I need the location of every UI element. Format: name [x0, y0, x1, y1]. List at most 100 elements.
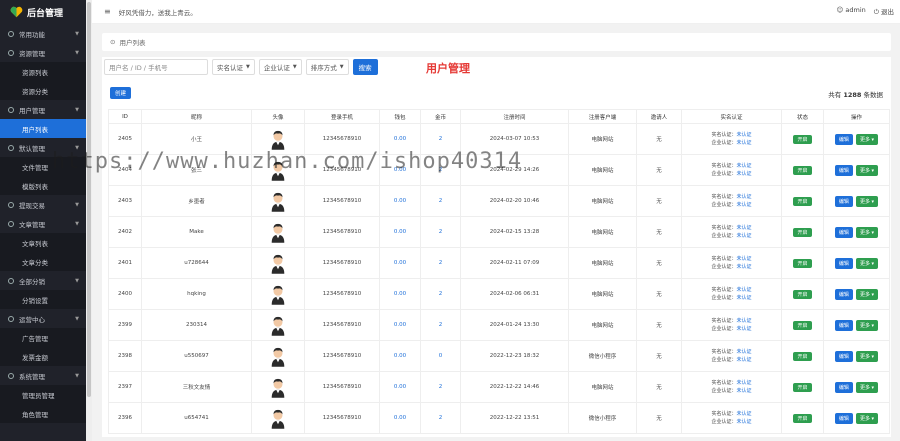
sidebar-item-19[interactable]: 管理员管理 — [0, 385, 86, 404]
cell-coins[interactable]: 2 — [420, 185, 461, 217]
table-row[interactable]: 2396 u654741 12345678910 0.00 2 2022-12-22 13… — [108, 402, 890, 434]
sidebar-item-4[interactable]: 用户管理 ▼ — [0, 100, 86, 119]
edit-button[interactable]: 编辑 — [834, 319, 853, 331]
table-row[interactable]: 2402 Make 12345678910 0.00 2 2024-02-15 13:28… — [108, 216, 890, 248]
sidebar-item-5[interactable]: 用户列表 — [0, 119, 86, 138]
cert-status-link[interactable]: 未认证 — [737, 264, 752, 270]
cert-status-link[interactable]: 未认证 — [737, 202, 752, 208]
sidebar-item-16[interactable]: 广告管理 — [0, 328, 86, 347]
more-button[interactable]: 更多 ▾ — [855, 350, 879, 362]
sidebar-item-1[interactable]: 资源管理 ▼ — [0, 43, 86, 62]
cell-wallet[interactable]: 0.00 — [379, 371, 421, 403]
cert-status-link[interactable]: 未认证 — [737, 349, 752, 355]
more-button[interactable]: 更多 ▾ — [855, 195, 879, 207]
more-button[interactable]: 更多 ▾ — [855, 288, 879, 300]
status-badge[interactable]: 开启 — [793, 382, 812, 392]
cell-wallet[interactable]: 0.00 — [379, 216, 421, 248]
cell-wallet[interactable]: 0.00 — [379, 185, 421, 217]
user-menu[interactable]: ☺ admin — [837, 6, 866, 17]
cert-status-link[interactable]: 未认证 — [737, 357, 752, 363]
edit-button[interactable]: 编辑 — [834, 195, 853, 207]
search-input[interactable]: 用户名 / ID / 手机号 — [104, 59, 208, 75]
cert-status-link[interactable]: 未认证 — [737, 233, 752, 239]
cell-coins[interactable]: 2 — [420, 402, 461, 434]
status-badge[interactable]: 开启 — [793, 413, 812, 423]
cert-status-link[interactable]: 未认证 — [737, 132, 752, 138]
cert-status-link[interactable]: 未认证 — [737, 419, 752, 425]
cell-coins[interactable]: 0 — [420, 340, 461, 372]
logout-link[interactable]: ⏻ 退出 — [874, 6, 894, 17]
sidebar-item-9[interactable]: 提现交易 ▼ — [0, 195, 86, 214]
scrollbar-thumb[interactable] — [87, 2, 91, 397]
cell-wallet[interactable]: 0.00 — [379, 340, 421, 372]
table-row[interactable]: 2403 乡墨者 12345678910 0.00 2 2024-02-20 10:46 电… — [108, 185, 890, 217]
edit-button[interactable]: 编辑 — [834, 133, 853, 145]
search-button[interactable]: 搜索 — [352, 59, 378, 75]
sidebar-item-10[interactable]: 文章管理 ▼ — [0, 214, 86, 233]
sidebar-item-3[interactable]: 资源分类 — [0, 81, 86, 100]
more-button[interactable]: 更多 ▾ — [855, 164, 879, 176]
status-badge[interactable]: 开启 — [793, 227, 812, 237]
menu-toggle-icon[interactable]: ≡ — [104, 7, 111, 16]
sidebar-item-0[interactable]: 常用功能 ▼ — [0, 24, 86, 43]
edit-button[interactable]: 编辑 — [834, 257, 853, 269]
edit-button[interactable]: 编辑 — [834, 412, 853, 424]
status-badge[interactable]: 开启 — [793, 196, 812, 206]
cell-wallet[interactable]: 0.00 — [379, 278, 421, 310]
edit-button[interactable]: 编辑 — [834, 350, 853, 362]
company-select[interactable]: 企业认证 ▼ — [258, 59, 302, 75]
status-badge[interactable]: 开启 — [793, 165, 812, 175]
cert-status-link[interactable]: 未认证 — [737, 380, 752, 386]
more-button[interactable]: 更多 ▾ — [855, 257, 879, 269]
cert-status-link[interactable]: 未认证 — [737, 388, 752, 394]
cert-status-link[interactable]: 未认证 — [737, 225, 752, 231]
sidebar-item-14[interactable]: 分销设置 — [0, 290, 86, 309]
edit-button[interactable]: 编辑 — [834, 226, 853, 238]
sidebar-item-11[interactable]: 文章列表 — [0, 233, 86, 252]
cell-wallet[interactable]: 0.00 — [379, 309, 421, 341]
cell-wallet[interactable]: 0.00 — [379, 402, 421, 434]
sidebar-item-15[interactable]: 运营中心 ▼ — [0, 309, 86, 328]
realname-select[interactable]: 实名认证 ▼ — [212, 59, 255, 75]
sidebar-item-13[interactable]: 全部分销 ▼ — [0, 271, 86, 290]
status-badge[interactable]: 开启 — [793, 320, 812, 330]
more-button[interactable]: 更多 ▾ — [855, 381, 879, 393]
table-row[interactable]: 2400 hqking 12345678910 0.00 2 2024-02-06 06:… — [108, 278, 890, 310]
edit-button[interactable]: 编辑 — [834, 381, 853, 393]
cell-coins[interactable]: 2 — [420, 278, 461, 310]
app-logo[interactable]: 后台管理 — [0, 0, 86, 24]
sort-select[interactable]: 排序方式 ▼ — [305, 59, 349, 75]
cell-coins[interactable]: 2 — [420, 371, 461, 403]
cert-status-link[interactable]: 未认证 — [737, 318, 752, 324]
table-row[interactable]: 2397 三秋文友情 12345678910 0.00 2 2022-12-22 14:4… — [108, 371, 890, 403]
sidebar-item-20[interactable]: 角色管理 — [0, 404, 86, 423]
status-badge[interactable]: 开启 — [793, 258, 812, 268]
sidebar-item-18[interactable]: 系统管理 ▼ — [0, 366, 86, 385]
more-button[interactable]: 更多 ▾ — [855, 133, 879, 145]
status-badge[interactable]: 开启 — [793, 351, 812, 361]
edit-button[interactable]: 编辑 — [834, 164, 853, 176]
sidebar-item-2[interactable]: 资源列表 — [0, 62, 86, 81]
cert-status-link[interactable]: 未认证 — [737, 287, 752, 293]
create-button[interactable]: 创建 — [110, 87, 132, 99]
cert-status-link[interactable]: 未认证 — [737, 256, 752, 262]
status-badge[interactable]: 开启 — [793, 134, 812, 144]
cert-status-link[interactable]: 未认证 — [737, 194, 752, 200]
status-badge[interactable]: 开启 — [793, 289, 812, 299]
sidebar-item-17[interactable]: 发票金额 — [0, 347, 86, 366]
cert-status-link[interactable]: 未认证 — [737, 295, 752, 301]
cert-status-link[interactable]: 未认证 — [737, 171, 752, 177]
more-button[interactable]: 更多 ▾ — [855, 319, 879, 331]
cert-status-link[interactable]: 未认证 — [737, 411, 752, 417]
table-row[interactable]: 2401 u728644 12345678910 0.00 2 2024-02-11 07… — [108, 247, 890, 279]
cert-status-link[interactable]: 未认证 — [737, 140, 752, 146]
more-button[interactable]: 更多 ▾ — [855, 226, 879, 238]
table-row[interactable]: 2399 230314 12345678910 0.00 2 2024-01-24 13:… — [108, 309, 890, 341]
cert-status-link[interactable]: 未认证 — [737, 163, 752, 169]
more-button[interactable]: 更多 ▾ — [855, 412, 879, 424]
cell-coins[interactable]: 2 — [420, 247, 461, 279]
sidebar-item-8[interactable]: 模版列表 — [0, 176, 86, 195]
cell-coins[interactable]: 2 — [420, 309, 461, 341]
cell-wallet[interactable]: 0.00 — [379, 247, 421, 279]
cert-status-link[interactable]: 未认证 — [737, 326, 752, 332]
